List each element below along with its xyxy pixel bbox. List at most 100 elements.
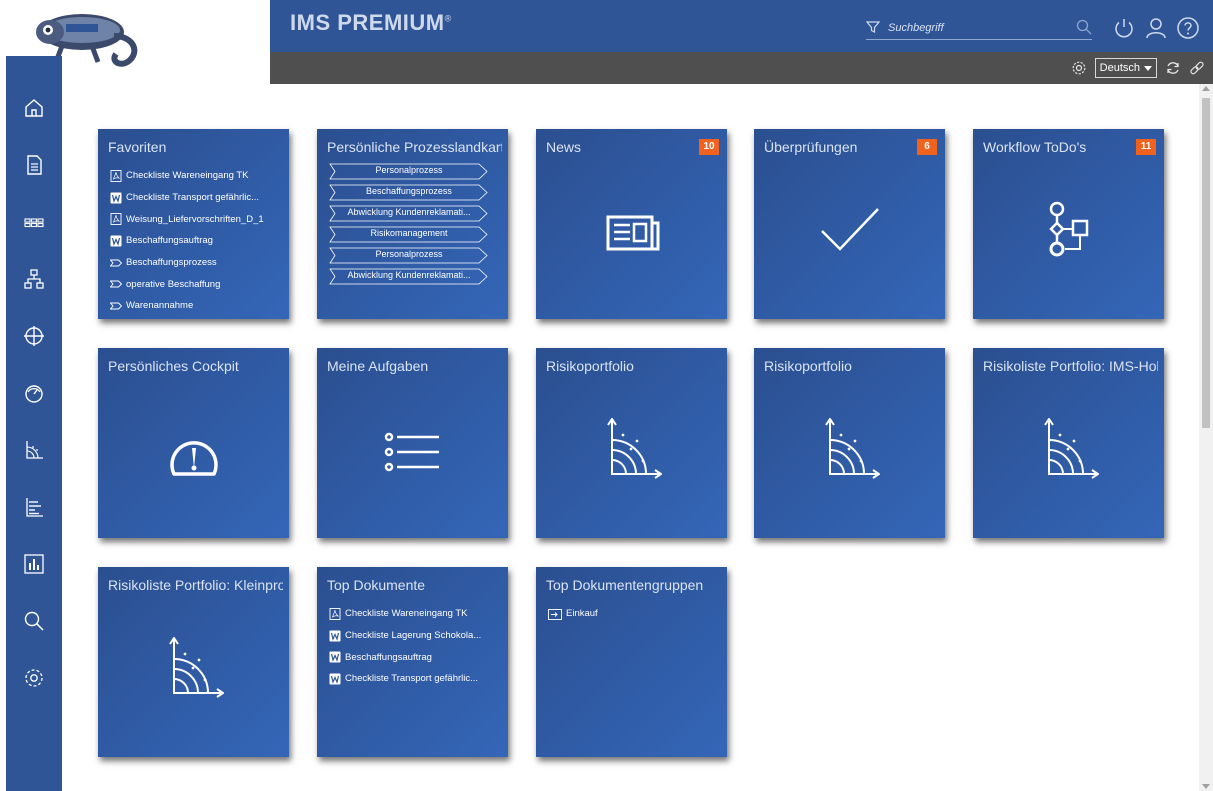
vertical-scrollbar[interactable] xyxy=(1199,84,1213,791)
risk-chart-icon xyxy=(606,418,662,479)
scroll-down-icon[interactable] xyxy=(1202,784,1210,789)
tile-title: Überprüfungen xyxy=(764,139,858,155)
count-badge: 10 xyxy=(699,139,719,155)
word-icon xyxy=(329,630,341,642)
tile-aufgaben[interactable]: Meine Aufgaben xyxy=(317,348,508,538)
list-item[interactable]: Beschaffungsauftrag xyxy=(110,230,283,252)
tile-prozesslandkarte[interactable]: Persönliche Prozesslandkarte Personalpro… xyxy=(317,129,508,319)
list-item[interactable]: Checkliste Transport gefährlic... xyxy=(110,187,283,209)
tile-title: News xyxy=(546,139,582,155)
tile-title: Persönliches Cockpit xyxy=(108,358,239,374)
tile-top-dokumente[interactable]: Top Dokumente Checkliste Wareneingang TK… xyxy=(317,567,508,757)
process-chevron[interactable]: Abwicklung Kundenreklamati... xyxy=(329,205,489,222)
list-item[interactable]: operative Beschaffung xyxy=(110,273,283,295)
home-icon[interactable] xyxy=(22,96,46,120)
tile-title: Favoriten xyxy=(108,139,167,155)
tile-title: Risikoportfolio xyxy=(546,358,634,374)
document-icon[interactable] xyxy=(22,153,46,177)
process-icon xyxy=(110,259,122,267)
tile-ueberpruefungen[interactable]: Überprüfungen 6 xyxy=(754,129,945,319)
tile-risikoliste-klein[interactable]: Risikoliste Portfolio: Kleinprodukte xyxy=(98,567,289,757)
settings-icon[interactable] xyxy=(1071,60,1087,76)
tile-title: Top Dokumente xyxy=(327,577,426,593)
scroll-up-icon[interactable] xyxy=(1202,86,1210,91)
list-item[interactable]: Checkliste Transport gefährlic... xyxy=(329,668,502,690)
risk-chart-icon xyxy=(824,418,880,479)
favorites-list: Checkliste Wareneingang TK Checkliste Tr… xyxy=(110,165,283,317)
settings-icon[interactable] xyxy=(22,666,46,690)
pdf-icon xyxy=(329,607,341,620)
risk-chart-icon xyxy=(168,637,224,698)
list-item[interactable]: Checkliste Wareneingang TK xyxy=(329,603,502,625)
brand-title: IMS PREMIUM® xyxy=(290,10,452,35)
top-groups-list: Einkauf xyxy=(548,603,721,625)
workflow-icon xyxy=(1048,201,1088,257)
process-icon xyxy=(110,280,122,288)
process-chevron[interactable]: Beschaffungsprozess xyxy=(329,184,489,201)
tile-news[interactable]: News 10 xyxy=(536,129,727,319)
pdf-icon xyxy=(110,169,122,182)
tile-risikoliste-holding[interactable]: Risikoliste Portfolio: IMS-Holding xyxy=(973,348,1164,538)
list-item[interactable]: Beschaffungsauftrag xyxy=(329,646,502,668)
count-badge: 11 xyxy=(1136,139,1156,155)
tile-title: Risikoliste Portfolio: IMS-Holding xyxy=(983,358,1158,374)
tile-title: Meine Aufgaben xyxy=(327,358,429,374)
process-chevron[interactable]: Personalprozess xyxy=(329,247,489,264)
compass-icon[interactable] xyxy=(22,324,46,348)
refresh-icon[interactable] xyxy=(1165,60,1181,76)
tile-workflow[interactable]: Workflow ToDo's 11 xyxy=(973,129,1164,319)
tile-risikoportfolio[interactable]: Risikoportfolio xyxy=(754,348,945,538)
process-chevron[interactable]: Risikomanagement xyxy=(329,226,489,243)
list-item[interactable]: Checkliste Lagerung Schokola... xyxy=(329,625,502,647)
list-chart-icon[interactable] xyxy=(22,495,46,519)
org-chart-icon[interactable] xyxy=(22,267,46,291)
process-icon xyxy=(110,302,122,310)
list-item[interactable]: Beschaffungsprozess xyxy=(110,252,283,274)
tile-title: Risikoliste Portfolio: Kleinprodukte xyxy=(108,577,283,593)
tile-title: Risikoportfolio xyxy=(764,358,852,374)
link-icon[interactable] xyxy=(1189,60,1205,76)
chevron-down-icon xyxy=(1144,65,1152,71)
user-icon[interactable] xyxy=(1144,16,1168,40)
tile-risikoportfolio[interactable]: Risikoportfolio xyxy=(536,348,727,538)
help-icon[interactable] xyxy=(1176,16,1200,40)
power-icon[interactable] xyxy=(1112,16,1136,40)
process-map-icon[interactable] xyxy=(22,210,46,234)
risk-chart-icon xyxy=(1043,418,1099,479)
dashboard-gauge-icon xyxy=(169,441,218,476)
scroll-thumb[interactable] xyxy=(1202,98,1210,428)
search-icon[interactable] xyxy=(1076,19,1092,35)
gauge-icon[interactable] xyxy=(22,381,46,405)
filter-icon[interactable] xyxy=(866,20,880,34)
language-select[interactable]: Deutsch xyxy=(1094,58,1157,78)
bar-chart-icon[interactable] xyxy=(22,552,46,576)
list-item[interactable]: Checkliste Wareneingang TK xyxy=(110,165,283,187)
list-item[interactable]: Einkauf xyxy=(548,603,721,625)
tile-favoriten[interactable]: Favoriten Checkliste Wareneingang TK Che… xyxy=(98,129,289,319)
risk-portfolio-icon[interactable] xyxy=(22,438,46,462)
process-chevron[interactable]: Personalprozess xyxy=(329,163,489,180)
word-icon xyxy=(329,673,341,685)
word-icon xyxy=(110,192,122,204)
tile-top-dokumentengruppen[interactable]: Top Dokumentengruppen Einkauf xyxy=(536,567,727,757)
tile-title: Workflow ToDo's xyxy=(983,139,1087,155)
list-item[interactable]: Weisung_Liefervorschriften_D_1 xyxy=(110,208,283,230)
count-badge: 6 xyxy=(917,139,937,155)
folder-icon xyxy=(548,608,562,620)
word-icon xyxy=(329,651,341,663)
tile-cockpit[interactable]: Persönliches Cockpit xyxy=(98,348,289,538)
task-list-icon xyxy=(384,432,439,472)
process-list: Personalprozess Beschaffungsprozess Abwi… xyxy=(329,163,489,289)
list-item[interactable]: Warenannahme xyxy=(110,295,283,317)
checkmark-icon xyxy=(820,208,879,251)
tile-title: Top Dokumentengruppen xyxy=(546,577,704,593)
process-chevron[interactable]: Abwicklung Kundenreklamati... xyxy=(329,268,489,285)
sidebar xyxy=(6,56,62,791)
search-input[interactable] xyxy=(888,18,1038,38)
word-icon xyxy=(110,235,122,247)
search-bar xyxy=(866,18,1092,40)
newspaper-icon xyxy=(606,215,659,251)
tile-title: Persönliche Prozesslandkarte xyxy=(327,139,502,155)
search-icon[interactable] xyxy=(22,609,46,633)
top-documents-list: Checkliste Wareneingang TK Checkliste La… xyxy=(329,603,502,690)
